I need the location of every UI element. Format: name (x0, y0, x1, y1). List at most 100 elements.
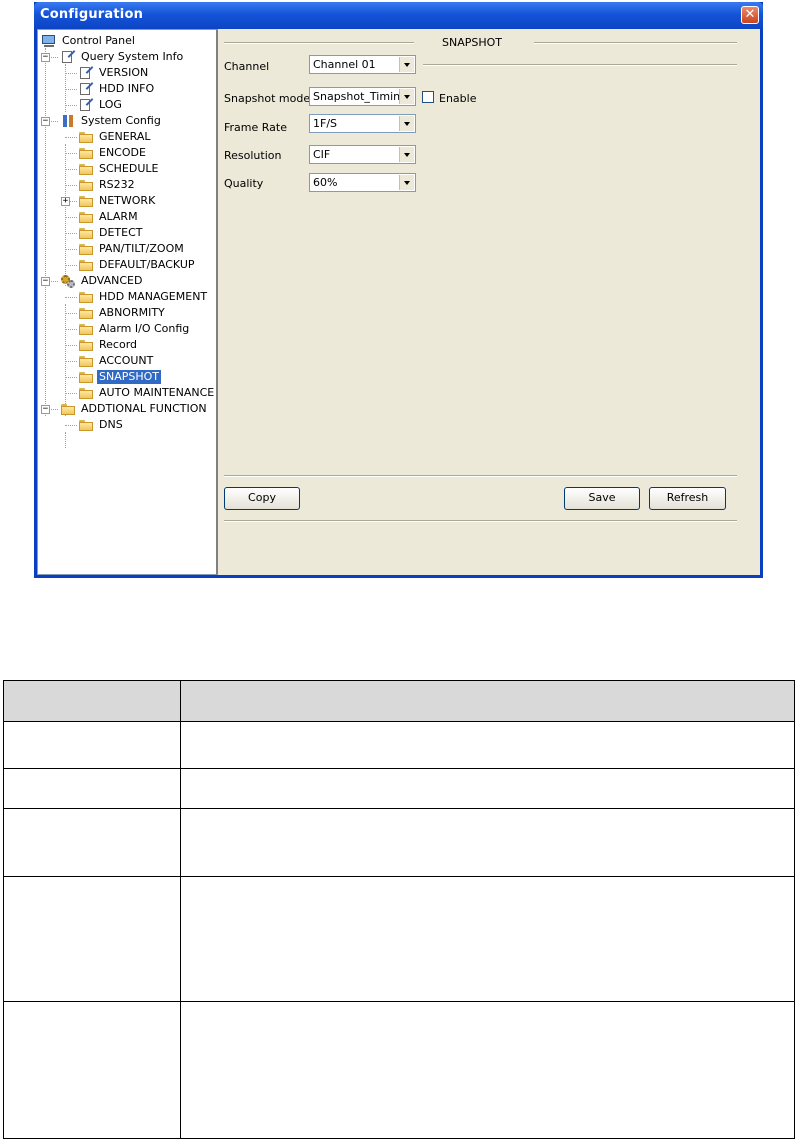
resolution-select[interactable]: CIF (309, 145, 416, 164)
doc-icon (78, 98, 94, 112)
tree-item-network[interactable]: NETWORK (78, 193, 157, 209)
table-cell (180, 721, 795, 769)
table-cell (180, 1001, 795, 1139)
folder-icon (78, 290, 94, 304)
frame-rate-select[interactable]: 1F/S (309, 114, 416, 133)
chevron-down-icon[interactable] (399, 57, 414, 72)
tree-item-system-config[interactable]: System Config (60, 113, 163, 129)
table-cell (180, 768, 795, 809)
chevron-down-icon[interactable] (399, 147, 414, 162)
collapse-icon[interactable]: − (41, 405, 50, 414)
tree-item-label: ADVANCED (81, 274, 143, 287)
chevron-down-icon[interactable] (399, 175, 414, 190)
tree-item-alarm[interactable]: ALARM (78, 209, 140, 225)
tree-item-label: ADDTIONAL FUNCTION (81, 402, 207, 415)
folder-icon (78, 130, 94, 144)
tree-item-encode[interactable]: ENCODE (78, 145, 148, 161)
tree-item-advanced[interactable]: ADVANCED (60, 273, 144, 289)
tree-item-label: NETWORK (99, 194, 156, 207)
tree-item-addtional-function[interactable]: ADDTIONAL FUNCTION (60, 401, 209, 417)
tree-item-label: AUTO MAINTENANCE (99, 386, 215, 399)
table-cell (180, 808, 795, 877)
tree-item-abnormity[interactable]: ABNORMITY (78, 305, 167, 321)
refresh-button[interactable]: Refresh (649, 487, 726, 510)
title-bar[interactable]: Configuration ✕ (34, 2, 763, 29)
gears-icon (60, 274, 76, 288)
tree-item-control-panel[interactable]: Control Panel (41, 33, 137, 49)
snapshot-mode-label: Snapshot mode (224, 92, 311, 105)
tree-item-label: VERSION (99, 66, 149, 79)
channel-label: Channel (224, 60, 270, 73)
table-row (3, 768, 795, 809)
section-title: SNAPSHOT (442, 36, 503, 49)
table-row (3, 1001, 795, 1139)
enable-label: Enable (439, 92, 477, 105)
snapshot-settings-panel: SNAPSHOT Channel Channel 01 Snapshot mod… (220, 29, 760, 575)
collapse-icon[interactable]: − (41, 117, 50, 126)
tree-item-label: ACCOUNT (99, 354, 154, 367)
table-cell (180, 876, 795, 1002)
tree-item-pan-tilt-zoom[interactable]: PAN/TILT/ZOOM (78, 241, 186, 257)
table-cell (3, 1001, 181, 1139)
folder-icon (78, 178, 94, 192)
table-cell (3, 876, 181, 1002)
tree-item-schedule[interactable]: SCHEDULE (78, 161, 161, 177)
tree-item-general[interactable]: GENERAL (78, 129, 153, 145)
doc-icon (78, 66, 94, 80)
doc-icon (60, 50, 76, 64)
tree-item-alarm-i-o-config[interactable]: Alarm I/O Config (78, 321, 191, 337)
quality-select[interactable]: 60% (309, 173, 416, 192)
table-cell (3, 721, 181, 769)
folder-icon (78, 386, 94, 400)
save-button[interactable]: Save (564, 487, 640, 510)
tree-item-label: HDD INFO (99, 82, 155, 95)
tree-item-label: ENCODE (99, 146, 146, 159)
tools-icon (60, 114, 76, 128)
folder-icon (78, 306, 94, 320)
tree-item-query-system-info[interactable]: Query System Info (60, 49, 185, 65)
tree-item-hdd-management[interactable]: HDD MANAGEMENT (78, 289, 209, 305)
table-row (3, 721, 795, 769)
snapshot-mode-select[interactable]: Snapshot_Timing (309, 87, 416, 106)
folder-icon (78, 194, 94, 208)
expand-icon[interactable]: + (61, 197, 70, 206)
folder-icon (60, 402, 76, 416)
tree-item-rs232[interactable]: RS232 (78, 177, 137, 193)
chevron-down-icon[interactable] (399, 116, 414, 131)
tree-item-detect[interactable]: DETECT (78, 225, 145, 241)
enable-checkbox[interactable] (422, 91, 434, 103)
resolution-value: CIF (313, 148, 331, 161)
tree-item-label: Record (99, 338, 138, 351)
tree-item-auto-maintenance[interactable]: AUTO MAINTENANCE (78, 385, 216, 401)
channel-select[interactable]: Channel 01 (309, 55, 416, 74)
collapse-icon[interactable]: − (41, 277, 50, 286)
tree-item-record[interactable]: Record (78, 337, 139, 353)
tree-item-account[interactable]: ACCOUNT (78, 353, 155, 369)
tree-item-version[interactable]: VERSION (78, 65, 150, 81)
chevron-down-icon[interactable] (399, 89, 414, 104)
tree-item-dns[interactable]: DNS (78, 417, 125, 433)
tree-item-label: SCHEDULE (99, 162, 159, 175)
tree-item-label: HDD MANAGEMENT (99, 290, 208, 303)
close-button[interactable]: ✕ (741, 6, 759, 24)
table-row (3, 808, 795, 877)
folder-icon (78, 210, 94, 224)
copy-button[interactable]: Copy (224, 487, 300, 510)
close-icon: ✕ (744, 7, 756, 22)
collapse-icon[interactable]: − (41, 53, 50, 62)
configuration-window: Configuration ✕ Control Panel − Query Syst… (34, 2, 763, 578)
tree-item-label: ABNORMITY (99, 306, 165, 319)
snapshot-mode-value: Snapshot_Timing (313, 90, 399, 103)
tree-item-label: Control Panel (62, 34, 135, 47)
folder-icon (78, 258, 94, 272)
folder-icon (78, 242, 94, 256)
tree-item-hdd-info[interactable]: HDD INFO (78, 81, 156, 97)
tree-item-default-backup[interactable]: DEFAULT/BACKUP (78, 257, 197, 273)
channel-value: Channel 01 (313, 58, 376, 71)
tree-item-log[interactable]: LOG (78, 97, 124, 113)
frame-rate-label: Frame Rate (224, 121, 287, 134)
quality-label: Quality (224, 177, 264, 190)
tree-item-snapshot[interactable]: SNAPSHOT (78, 369, 162, 385)
tree-item-label: ALARM (99, 210, 138, 223)
table-header-row (3, 680, 795, 722)
